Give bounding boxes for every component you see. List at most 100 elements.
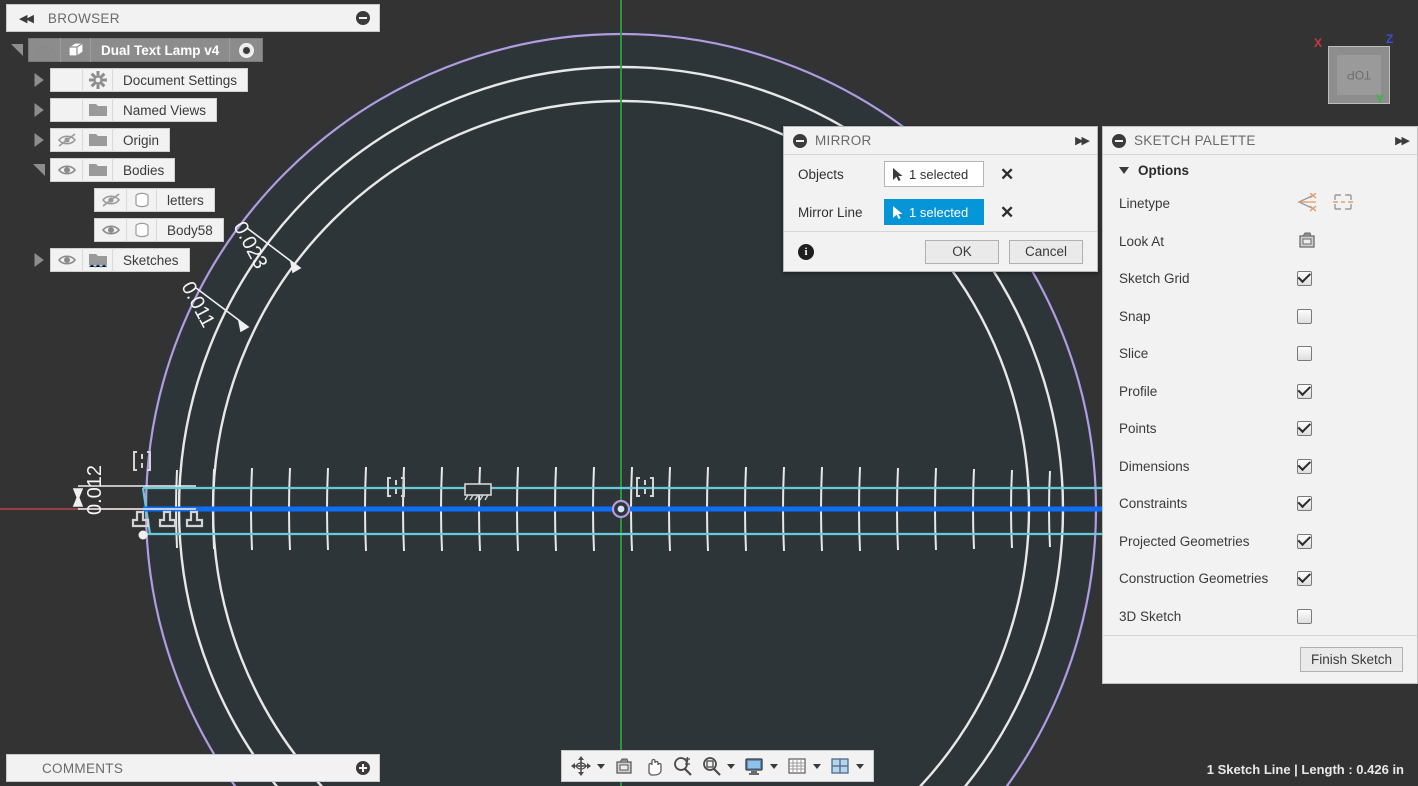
- display-settings-monitor-icon[interactable]: [741, 753, 767, 779]
- projected-geometries-checkbox[interactable]: [1297, 533, 1312, 549]
- grid-snaps-icon[interactable]: [784, 753, 810, 779]
- dimension-text-0012[interactable]: 0.012: [84, 465, 107, 515]
- browser-tree[interactable]: Dual Text Lamp v4 Document Settings Named …: [6, 38, 380, 272]
- palette-option-control[interactable]: [1297, 271, 1417, 287]
- palette-option-control[interactable]: [1297, 533, 1417, 549]
- palette-option-control[interactable]: [1297, 608, 1417, 624]
- plus-circle-icon[interactable]: [356, 761, 370, 775]
- x-icon[interactable]: ✕: [1000, 166, 1014, 183]
- comments-panel[interactable]: COMMENTS: [6, 754, 380, 782]
- palette-option-control[interactable]: [1297, 496, 1417, 512]
- zoom-window-icon[interactable]: [698, 753, 724, 779]
- palette-option-control[interactable]: [1297, 308, 1417, 324]
- palette-option-control[interactable]: [1297, 458, 1417, 474]
- tree-item-origin[interactable]: Origin: [6, 128, 380, 152]
- sketch-grid-checkbox[interactable]: [1297, 271, 1312, 287]
- construction-geometries-checkbox[interactable]: [1297, 571, 1312, 587]
- minus-circle-icon[interactable]: [356, 11, 370, 25]
- palette-option-control[interactable]: [1297, 571, 1417, 587]
- expander-expand-icon[interactable]: [28, 69, 50, 91]
- zoom-magnifier-icon[interactable]: [669, 753, 695, 779]
- x-icon[interactable]: ✕: [1000, 204, 1014, 221]
- palette-row-profile[interactable]: Profile: [1103, 373, 1417, 411]
- tree-item-chip[interactable]: Sketches: [50, 248, 190, 272]
- points-checkbox[interactable]: [1297, 421, 1312, 437]
- 3d-sketch-checkbox[interactable]: [1297, 608, 1312, 624]
- palette-row-projected-geometries[interactable]: Projected Geometries: [1103, 523, 1417, 561]
- palette-option-control[interactable]: [1297, 192, 1417, 215]
- viewports-icon[interactable]: [827, 753, 853, 779]
- palette-option-control[interactable]: [1297, 383, 1417, 399]
- palette-row-slice[interactable]: Slice: [1103, 335, 1417, 373]
- expander-expand-icon[interactable]: [28, 249, 50, 271]
- constraints-checkbox[interactable]: [1297, 496, 1312, 512]
- tree-item-chip[interactable]: Named Views: [50, 98, 218, 122]
- palette-option-control[interactable]: [1297, 346, 1417, 362]
- tree-item-chip[interactable]: Origin: [50, 128, 171, 152]
- construction-linetype-icon[interactable]: [1333, 193, 1353, 215]
- palette-row-sketch-grid[interactable]: Sketch Grid: [1103, 260, 1417, 298]
- chevron-down-icon[interactable]: [813, 763, 821, 769]
- eye-hidden-icon[interactable]: [95, 188, 127, 212]
- chevron-down-icon[interactable]: [856, 763, 864, 769]
- palette-option-control[interactable]: [1297, 421, 1417, 437]
- sketch-palette-panel[interactable]: SKETCH PALETTE ▶▶ Options Linetype Look A…: [1102, 126, 1418, 684]
- chevron-down-icon[interactable]: [727, 763, 735, 769]
- tree-item-chip[interactable]: Document Settings: [50, 68, 249, 92]
- tree-item-bodies[interactable]: Bodies: [6, 158, 380, 182]
- browser-header[interactable]: ◀◀ BROWSER: [6, 4, 380, 32]
- expander-collapse-icon[interactable]: [28, 159, 50, 181]
- ok-button[interactable]: OK: [925, 239, 999, 264]
- palette-row-look-at[interactable]: Look At: [1103, 223, 1417, 261]
- tree-item-body58[interactable]: Body58: [6, 218, 380, 242]
- expander-expand-icon[interactable]: [28, 99, 50, 121]
- activate-component-radio[interactable]: [230, 38, 262, 62]
- minus-circle-icon[interactable]: [793, 133, 807, 148]
- eye-hidden-icon[interactable]: [51, 128, 83, 152]
- tree-item-sketches[interactable]: Sketches: [6, 248, 380, 272]
- mirror-selection-box[interactable]: 1 selected: [884, 161, 984, 187]
- palette-row-dimensions[interactable]: Dimensions: [1103, 448, 1417, 486]
- sketch-palette-header[interactable]: SKETCH PALETTE ▶▶: [1103, 127, 1417, 155]
- eye-visible-icon[interactable]: [51, 158, 83, 182]
- palette-row-points[interactable]: Points: [1103, 410, 1417, 448]
- palette-row-linetype[interactable]: Linetype: [1103, 185, 1417, 223]
- navigation-bar[interactable]: [561, 750, 874, 782]
- comments-header[interactable]: COMMENTS: [6, 754, 380, 782]
- options-section-header[interactable]: Options: [1103, 155, 1417, 185]
- palette-option-control[interactable]: [1297, 230, 1417, 252]
- expander-collapse-icon[interactable]: [6, 39, 28, 61]
- snap-checkbox[interactable]: [1297, 308, 1312, 324]
- chevron-down-icon[interactable]: [770, 763, 778, 769]
- minus-circle-icon[interactable]: [1112, 133, 1126, 148]
- eye-visible-icon[interactable]: [51, 248, 83, 272]
- dimensions-checkbox[interactable]: [1297, 458, 1312, 474]
- palette-row-snap[interactable]: Snap: [1103, 298, 1417, 336]
- mirror-dialog[interactable]: MIRROR ▶▶ Objects 1 selected ✕ Mirror Line 1…: [783, 126, 1098, 272]
- double-right-arrow-icon[interactable]: ▶▶: [1395, 134, 1410, 147]
- cancel-button[interactable]: Cancel: [1009, 239, 1083, 264]
- palette-row-construction-geometries[interactable]: Construction Geometries: [1103, 560, 1417, 598]
- finish-sketch-button[interactable]: Finish Sketch: [1299, 647, 1403, 672]
- double-left-arrow-icon[interactable]: ◀◀: [19, 12, 34, 25]
- browser-panel[interactable]: ◀◀ BROWSER Dual Text Lamp v4 Document Set…: [6, 4, 380, 278]
- tree-item-chip[interactable]: Bodies: [50, 158, 176, 182]
- pan-hand-icon[interactable]: [640, 753, 666, 779]
- tree-item-chip[interactable]: Body58: [94, 218, 224, 242]
- palette-row-3d-sketch[interactable]: 3D Sketch: [1103, 598, 1417, 636]
- caret-down-icon[interactable]: [1119, 166, 1129, 174]
- tree-item-document-settings[interactable]: Document Settings: [6, 68, 380, 92]
- info-icon[interactable]: i: [798, 243, 814, 260]
- mirror-selection-box[interactable]: 1 selected: [884, 199, 984, 225]
- view-cube[interactable]: TOP X Z Y: [1312, 32, 1404, 124]
- orbit-icon[interactable]: [568, 753, 594, 779]
- expander-expand-icon[interactable]: [28, 129, 50, 151]
- mirror-dialog-header[interactable]: MIRROR ▶▶: [784, 127, 1097, 155]
- slice-checkbox[interactable]: [1297, 346, 1312, 362]
- tree-item-letters[interactable]: letters: [6, 188, 380, 212]
- palette-row-constraints[interactable]: Constraints: [1103, 485, 1417, 523]
- eye-visible-icon[interactable]: [29, 38, 61, 62]
- profile-checkbox[interactable]: [1297, 383, 1312, 399]
- look-at-camera-icon[interactable]: [1297, 230, 1317, 252]
- normal-linetype-icon[interactable]: [1297, 192, 1317, 215]
